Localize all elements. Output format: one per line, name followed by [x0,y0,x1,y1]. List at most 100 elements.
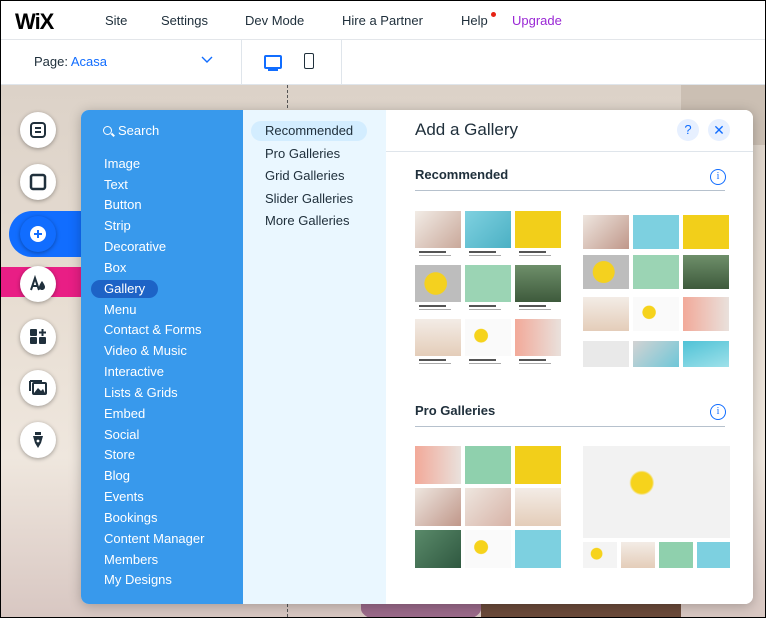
subcategory-list: Recommended Pro Galleries Grid Galleries… [243,110,386,604]
caption-placeholder [419,305,457,311]
gallery-thumbnail [583,215,629,249]
menu-settings[interactable]: Settings [161,13,208,28]
category-interactive[interactable]: Interactive [104,363,164,381]
caption-placeholder [519,251,557,257]
category-social[interactable]: Social [104,426,139,444]
app-market-icon [30,329,46,344]
gallery-thumbnail [465,530,511,568]
add-button[interactable] [20,216,56,252]
gallery-thumbnail [515,488,561,526]
gallery-thumbnail [515,530,561,568]
gallery-thumbnail [515,319,561,356]
category-my-designs[interactable]: My Designs [104,571,172,589]
search-box[interactable]: Search [103,123,159,138]
gallery-thumbnail [415,211,461,248]
subcategory-slider-galleries[interactable]: Slider Galleries [265,189,353,209]
category-list: Search Image Text Button Strip Decorativ… [81,110,243,604]
category-box[interactable]: Box [104,259,126,277]
category-strip[interactable]: Strip [104,217,131,235]
desktop-view-icon[interactable] [264,55,282,71]
gallery-presets: Add a Gallery ? ✕ Recommended i Pro Gall… [386,110,753,604]
background-button[interactable] [20,164,56,200]
category-image[interactable]: Image [104,155,140,173]
page-selector[interactable]: Page: Acasa [34,54,107,69]
gallery-thumbnail [415,319,461,356]
gallery-thumbnail [415,446,461,484]
gallery-thumbnail [583,542,617,568]
chevron-down-icon[interactable] [201,53,213,67]
menu-dev-mode[interactable]: Dev Mode [245,13,304,28]
gallery-thumbnail [683,255,729,289]
category-gallery[interactable]: Gallery [91,280,159,298]
add-elements-panel: Search Image Text Button Strip Decorativ… [81,110,753,604]
menu-site[interactable]: Site [105,13,127,28]
divider [386,151,753,152]
category-menu[interactable]: Menu [104,301,137,319]
category-lists-grids[interactable]: Lists & Grids [104,384,178,402]
category-content-manager[interactable]: Content Manager [104,530,204,548]
mobile-view-icon[interactable] [304,53,314,69]
close-button[interactable]: ✕ [708,119,730,141]
caption-placeholder [469,305,507,311]
gallery-thumbnail [583,341,629,367]
menu-hire-a-partner[interactable]: Hire a Partner [342,13,423,28]
subcategory-recommended[interactable]: Recommended [251,121,368,141]
category-button[interactable]: Button [104,196,142,214]
page-bar: Page: Acasa [1,40,765,85]
category-decorative[interactable]: Decorative [104,238,166,256]
media-button[interactable] [20,370,56,406]
category-store[interactable]: Store [104,446,135,464]
subcategory-grid-galleries[interactable]: Grid Galleries [265,166,344,186]
category-bookings[interactable]: Bookings [104,509,157,527]
gallery-thumbnail [415,530,461,568]
category-events[interactable]: Events [104,488,144,506]
background-icon [29,173,47,191]
gallery-thumbnail [621,542,655,568]
divider [341,40,342,84]
category-contact-forms[interactable]: Contact & Forms [104,321,202,339]
divider [241,40,242,84]
menu-help[interactable]: Help [461,13,488,28]
section-title-recommended: Recommended [415,167,509,182]
page-value: Acasa [70,54,108,69]
subcategory-more-galleries[interactable]: More Galleries [265,211,350,231]
category-video-music[interactable]: Video & Music [104,342,187,360]
app-market-button[interactable] [20,319,56,355]
pages-icon [30,122,46,138]
category-blog[interactable]: Blog [104,467,130,485]
gallery-thumbnail [633,215,679,249]
gallery-thumbnail [583,446,730,538]
caption-placeholder [519,359,557,365]
theme-icon [30,275,45,291]
caption-placeholder [469,251,507,257]
gallery-thumbnail [465,319,511,356]
gallery-thumbnail [465,211,511,248]
subcategory-pro-galleries[interactable]: Pro Galleries [265,144,340,164]
pages-button[interactable] [20,112,56,148]
gallery-thumbnail [415,265,461,302]
menu-upgrade[interactable]: Upgrade [512,13,562,28]
section-divider [415,190,725,191]
category-embed[interactable]: Embed [104,405,145,423]
gallery-thumbnail [697,542,730,568]
blog-pen-icon [33,432,43,448]
gallery-thumbnail [515,265,561,302]
section-title-pro-galleries: Pro Galleries [415,403,496,418]
add-icon [30,226,46,242]
gallery-thumbnail [515,211,561,248]
caption-placeholder [419,359,457,365]
blog-button[interactable] [20,422,56,458]
gallery-thumbnail [633,297,679,331]
gallery-thumbnail [683,297,729,331]
info-icon[interactable]: i [710,169,726,185]
gallery-thumbnail [659,542,693,568]
section-divider [415,426,725,427]
wix-logo[interactable]: WiX [15,9,54,35]
gallery-thumbnail [633,341,679,367]
category-text[interactable]: Text [104,176,128,194]
top-bar: WiX Site Settings Dev Mode Hire a Partne… [1,1,765,40]
help-button[interactable]: ? [677,119,699,141]
theme-button[interactable] [20,266,56,302]
info-icon[interactable]: i [710,404,726,420]
category-members[interactable]: Members [104,551,158,569]
